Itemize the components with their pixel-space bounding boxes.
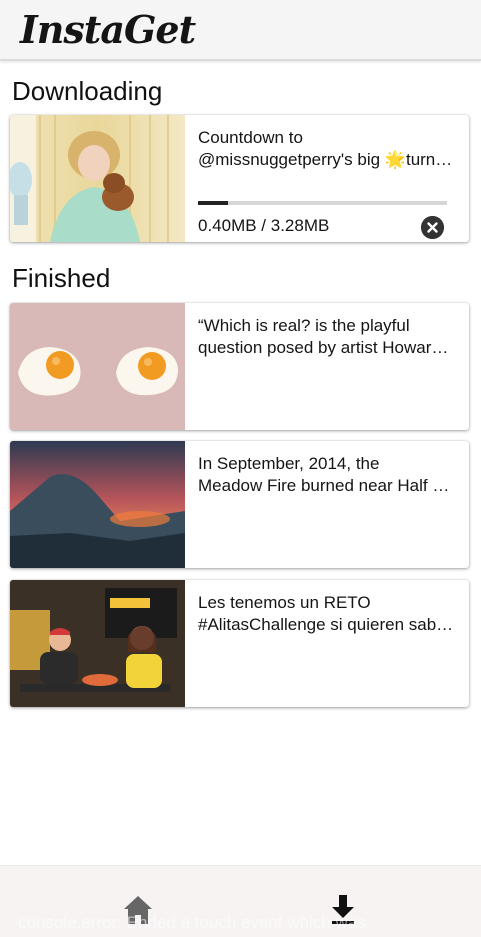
download-caption: Countdown to @missnuggetperry's big 🌟tur…	[198, 127, 456, 171]
section-title-finished: Finished	[12, 263, 111, 293]
caption-line-2: Meadow Fire burned near Half Dome	[198, 476, 456, 495]
thumbnail-image	[10, 580, 185, 707]
caption-line-1: Les tenemos un RETO	[198, 593, 371, 612]
finished-caption: Les tenemos un RETO #AlitasChallenge si …	[198, 592, 456, 636]
close-circle-icon	[421, 216, 444, 239]
caption-line-2: #AlitasChallenge si quieren saber más	[198, 615, 456, 634]
caption-line-1: In September, 2014, the	[198, 454, 380, 473]
finished-card[interactable]: In September, 2014, the Meadow Fire burn…	[10, 441, 469, 568]
download-progress-fill	[198, 201, 228, 205]
download-progress-bar	[198, 201, 447, 205]
finished-card[interactable]: Les tenemos un RETO #AlitasChallenge si …	[10, 580, 469, 707]
finished-caption: “Which is real? is the playful question …	[198, 315, 456, 359]
top-app-bar: InstaGet	[0, 0, 481, 61]
thumbnail-image	[10, 441, 185, 568]
cancel-download-button[interactable]	[421, 216, 444, 239]
caption-line-1: “Which is real? is the playful	[198, 316, 410, 335]
section-title-downloading: Downloading	[12, 76, 163, 106]
thumbnail-image	[10, 303, 185, 430]
finished-card[interactable]: “Which is real? is the playful question …	[10, 303, 469, 430]
caption-line-2: question posed by artist Howard Lee	[198, 338, 456, 357]
app-logo: InstaGet	[20, 7, 196, 52]
console-error-overlay: console.error: Ended a touch event which…	[18, 913, 366, 932]
caption-line-2: @missnuggetperry's big 🌟turning one!	[198, 150, 456, 169]
download-size-text: 0.40MB / 3.28MB	[198, 216, 330, 235]
download-card[interactable]: Countdown to @missnuggetperry's big 🌟tur…	[10, 115, 469, 242]
thumbnail-image	[10, 115, 185, 242]
finished-caption: In September, 2014, the Meadow Fire burn…	[198, 453, 456, 497]
app-root: InstaGet Downloading Countdown to @missn…	[0, 0, 481, 937]
caption-line-1: Countdown to	[198, 128, 303, 147]
